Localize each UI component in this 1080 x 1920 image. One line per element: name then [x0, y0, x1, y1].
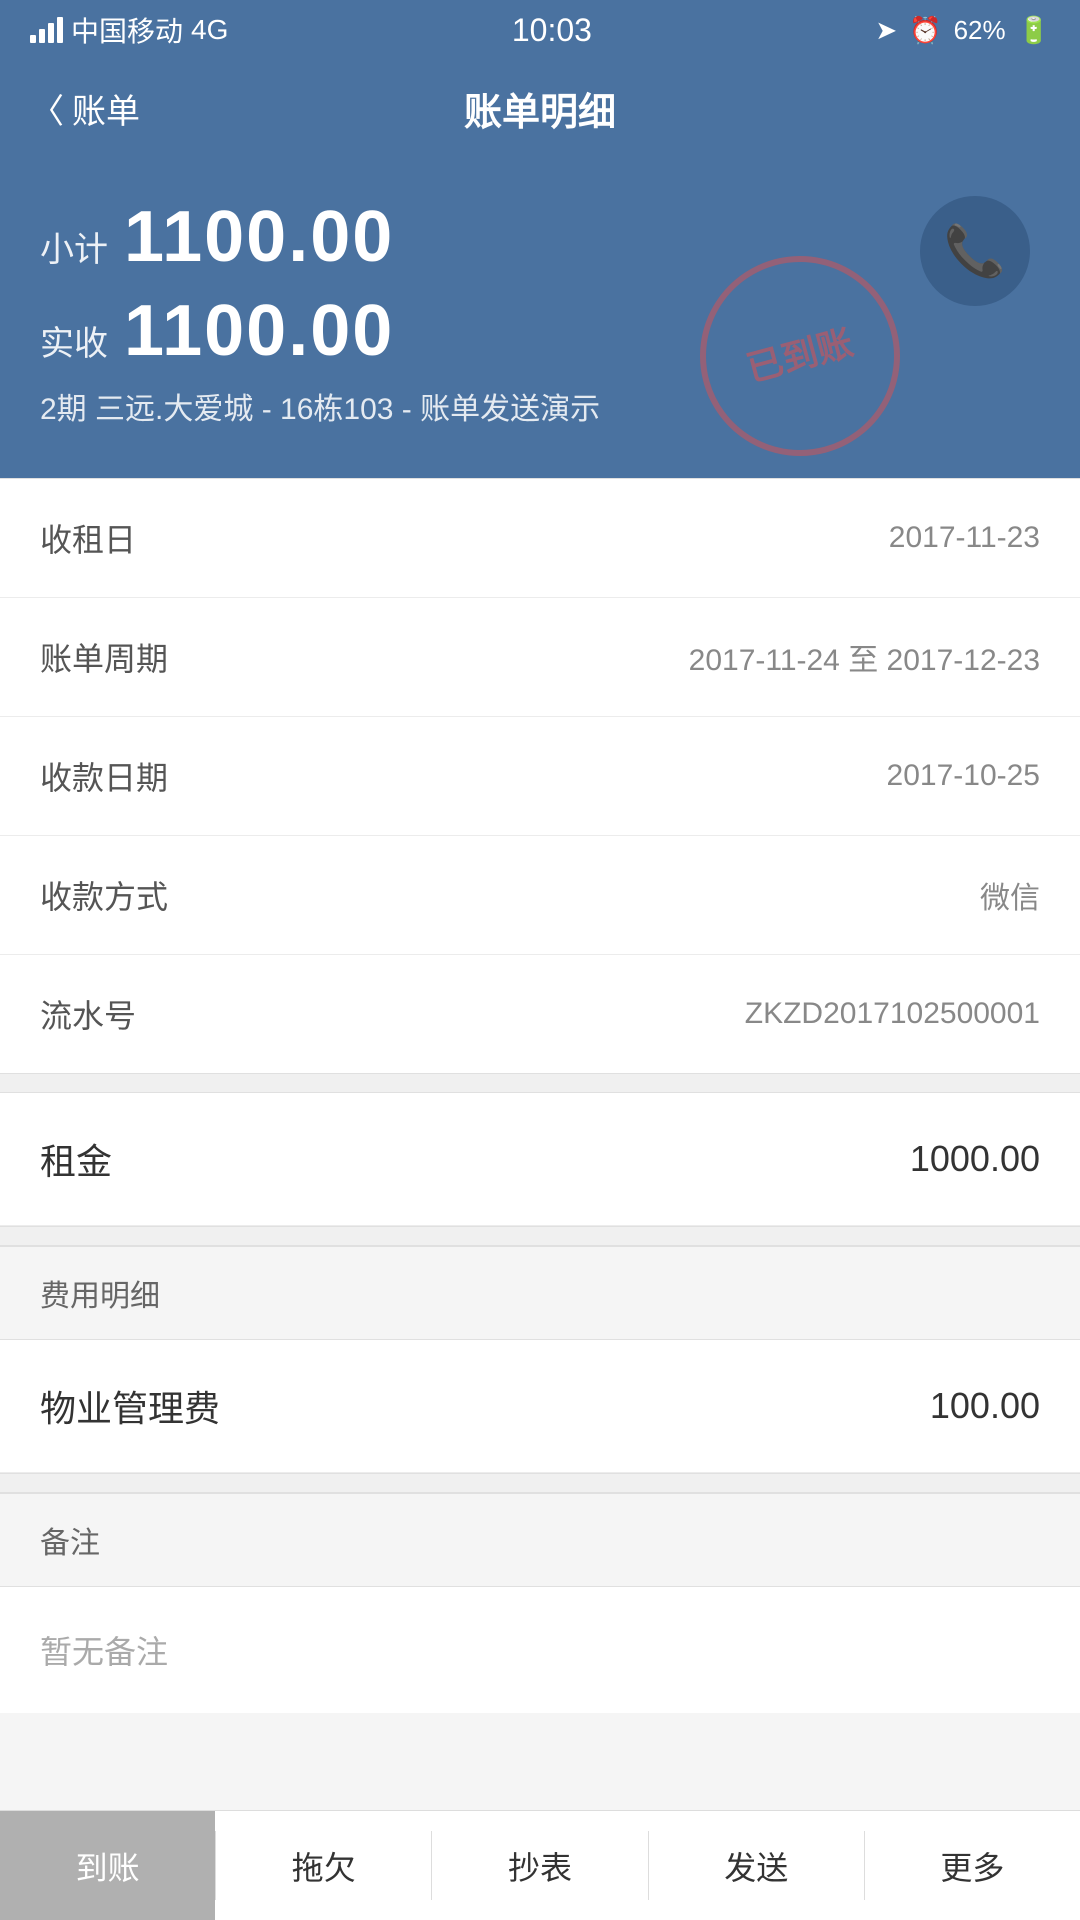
- header-info: 2期 三远.大爱城 - 16栋103 - 账单发送演示: [40, 384, 1040, 428]
- fee-section-title: 费用明细: [40, 1280, 160, 1313]
- actual-amount: 1100.00: [124, 290, 394, 372]
- nav-bar: 〈 账单 账单明细: [0, 60, 1080, 156]
- tab-more[interactable]: 更多: [865, 1811, 1080, 1920]
- tab-send-label: 发送: [724, 1843, 788, 1889]
- actual-row: 实收 1100.00: [40, 290, 1040, 372]
- phone-icon: 📞: [944, 222, 1006, 281]
- payment-method-value: 微信: [980, 873, 1040, 917]
- signal-icon: [30, 17, 63, 43]
- time-label: 10:03: [512, 12, 592, 49]
- tab-overdue[interactable]: 拖欠: [216, 1811, 431, 1920]
- transaction-id-value: ZKZD2017102500001: [745, 997, 1040, 1031]
- tab-send[interactable]: 发送: [649, 1811, 864, 1920]
- rent-item-value: 1000.00: [910, 1138, 1040, 1180]
- tab-meter-label: 抄表: [508, 1843, 572, 1889]
- back-chevron-icon: 〈: [30, 84, 64, 133]
- header-section: 小计 1100.00 实收 1100.00 2期 三远.大爱城 - 16栋103…: [0, 156, 1080, 478]
- payment-date-key: 收款日期: [40, 753, 168, 799]
- tab-meter[interactable]: 抄表: [432, 1811, 647, 1920]
- phone-button[interactable]: 📞: [920, 196, 1030, 306]
- divider-3: [0, 1473, 1080, 1493]
- remarks-title: 备注: [40, 1527, 100, 1560]
- rent-date-value: 2017-11-23: [889, 521, 1040, 555]
- subtotal-row: 小计 1100.00: [40, 196, 1040, 278]
- fee-items-section: 物业管理费 100.00: [0, 1340, 1080, 1473]
- status-bar: 中国移动 4G 10:03 ➤ ⏰ 62% 🔋: [0, 0, 1080, 60]
- status-right: ➤ ⏰ 62% 🔋: [875, 15, 1050, 46]
- divider-1: [0, 1073, 1080, 1093]
- alarm-icon: ⏰: [909, 15, 941, 46]
- payment-method-key: 收款方式: [40, 872, 168, 918]
- actual-label: 实收: [40, 316, 108, 365]
- billing-period-value: 2017-11-24 至 2017-12-23: [689, 635, 1040, 679]
- tab-bar: 到账 拖欠 抄表 发送 更多: [0, 1810, 1080, 1920]
- tab-more-label: 更多: [940, 1843, 1004, 1889]
- rent-item-label: 租金: [40, 1133, 112, 1185]
- tab-arrived-label: 到账: [76, 1843, 140, 1889]
- management-fee-value: 100.00: [930, 1385, 1040, 1427]
- remarks-placeholder: 暂无备注: [40, 1634, 168, 1670]
- rent-date-key: 收租日: [40, 515, 136, 561]
- divider-2: [0, 1226, 1080, 1246]
- back-button[interactable]: 〈 账单: [30, 84, 140, 133]
- remarks-content: 暂无备注: [0, 1587, 1080, 1713]
- rent-item-row: 租金 1000.00: [0, 1093, 1080, 1226]
- remarks-header: 备注: [0, 1493, 1080, 1587]
- tab-overdue-label: 拖欠: [292, 1843, 356, 1889]
- subtotal-label: 小计: [40, 222, 108, 271]
- location-icon: ➤: [875, 15, 897, 46]
- rent-date-row: 收租日 2017-11-23: [0, 479, 1080, 598]
- transaction-id-row: 流水号 ZKZD2017102500001: [0, 955, 1080, 1073]
- billing-period-row: 账单周期 2017-11-24 至 2017-12-23: [0, 598, 1080, 717]
- transaction-id-key: 流水号: [40, 991, 136, 1037]
- fee-section-header: 费用明细: [0, 1246, 1080, 1340]
- carrier-label: 中国移动: [71, 10, 183, 50]
- battery-label: 62%: [954, 15, 1006, 46]
- info-table: 收租日 2017-11-23 账单周期 2017-11-24 至 2017-12…: [0, 478, 1080, 1073]
- payment-method-row: 收款方式 微信: [0, 836, 1080, 955]
- page-title: 账单明细: [464, 81, 616, 136]
- subtotal-amount: 1100.00: [124, 196, 394, 278]
- back-label: 账单: [72, 84, 140, 133]
- battery-icon: 🔋: [1018, 15, 1050, 46]
- status-left: 中国移动 4G: [30, 10, 228, 50]
- payment-date-row: 收款日期 2017-10-25: [0, 717, 1080, 836]
- payment-date-value: 2017-10-25: [887, 759, 1040, 793]
- tab-arrived[interactable]: 到账: [0, 1811, 215, 1920]
- rent-section: 租金 1000.00: [0, 1093, 1080, 1226]
- network-label: 4G: [191, 14, 228, 46]
- management-fee-label: 物业管理费: [40, 1380, 220, 1432]
- billing-period-key: 账单周期: [40, 634, 168, 680]
- management-fee-row: 物业管理费 100.00: [0, 1340, 1080, 1473]
